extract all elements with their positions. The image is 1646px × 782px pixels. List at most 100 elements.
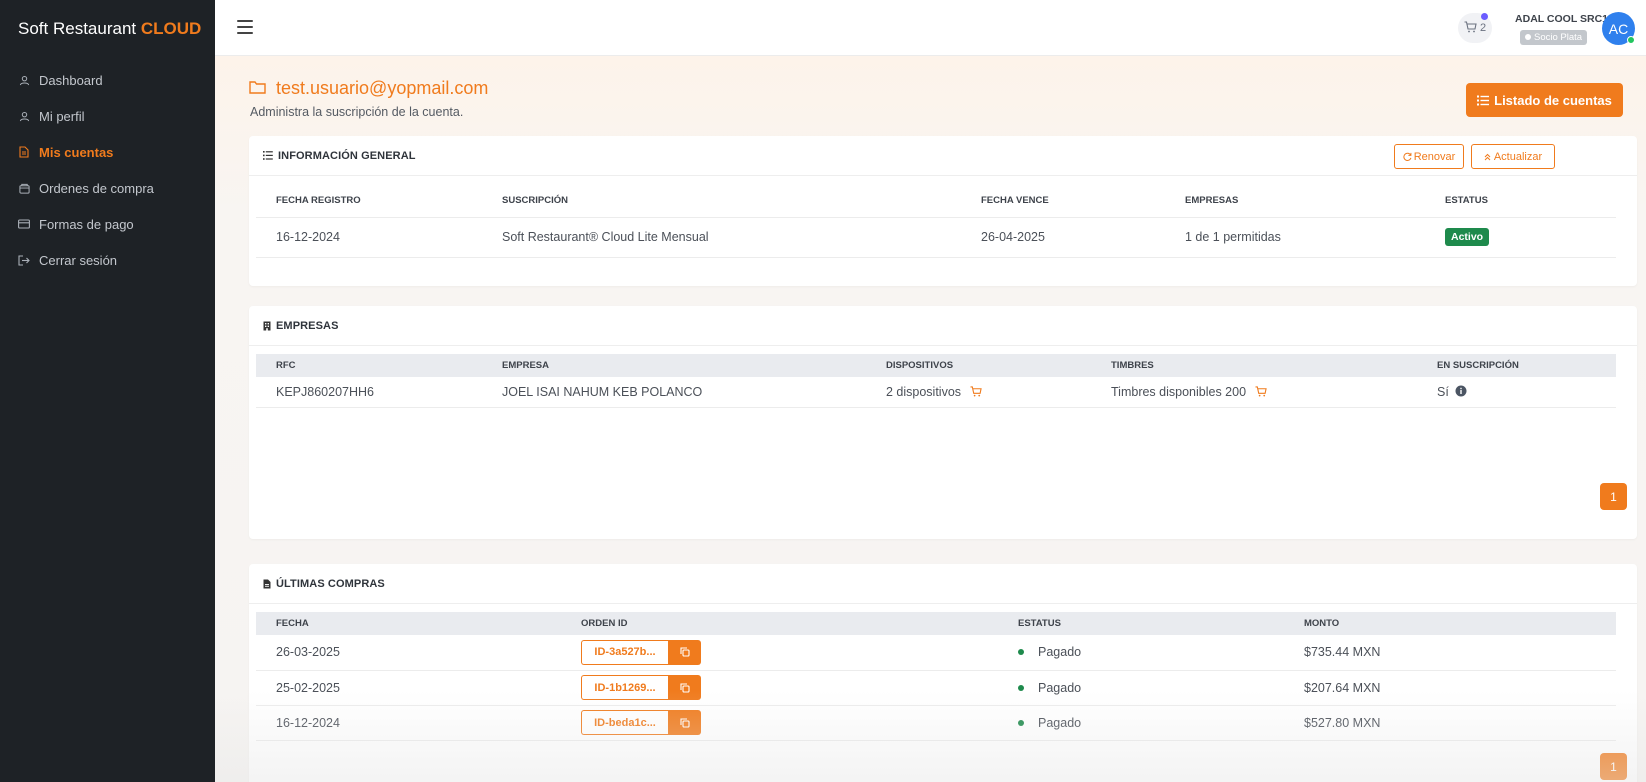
document-icon bbox=[18, 146, 30, 158]
page-subtitle: Administra la suscripción de la cuenta. bbox=[250, 105, 464, 119]
info-icon[interactable] bbox=[1455, 385, 1467, 397]
cell-timbres: Timbres disponibles 200 bbox=[1091, 377, 1417, 408]
col-en-suscripcion: EN SUSCRIPCIÓN bbox=[1417, 354, 1616, 377]
actualizar-button[interactable]: Actualizar bbox=[1471, 144, 1555, 169]
copy-icon bbox=[679, 647, 690, 657]
col-fecha-vence: FECHA VENCE bbox=[981, 194, 1049, 206]
copy-button[interactable] bbox=[668, 675, 701, 700]
sidebar-nav: Dashboard Mi perfil Mis cuentas Ordenes … bbox=[0, 62, 215, 278]
col-timbres: TIMBRES bbox=[1091, 354, 1417, 377]
sidebar-item-formas-pago[interactable]: Formas de pago bbox=[0, 206, 215, 242]
cell-estatus: Pagado bbox=[998, 670, 1284, 706]
file-icon bbox=[263, 579, 271, 589]
sidebar-item-mis-cuentas[interactable]: Mis cuentas bbox=[0, 134, 215, 170]
cell-rfc: KEPJ860207HH6 bbox=[256, 377, 482, 408]
cell-estatus: Pagado bbox=[998, 705, 1284, 741]
sidebar-item-label: Mis cuentas bbox=[39, 144, 114, 160]
card-header: ÚLTIMAS COMPRAS bbox=[249, 564, 1637, 604]
cell-empresas: 1 de 1 permitidas bbox=[1165, 217, 1425, 258]
copy-button[interactable] bbox=[668, 710, 701, 735]
sidebar: Soft Restaurant CLOUD Dashboard Mi perfi… bbox=[0, 0, 215, 782]
sidebar-item-mi-perfil[interactable]: Mi perfil bbox=[0, 98, 215, 134]
cell-empresa: JOEL ISAI NAHUM KEB POLANCO bbox=[482, 377, 866, 408]
brand-accent: CLOUD bbox=[140, 19, 202, 38]
brand-logo[interactable]: Soft Restaurant CLOUD bbox=[18, 19, 201, 39]
copy-icon bbox=[679, 717, 690, 728]
cell-fecha-vence: 26-04-2025 bbox=[961, 217, 1165, 258]
topbar: 2 ADAL COOL SRC1 Socio Plata AC bbox=[215, 0, 1646, 56]
col-estatus: ESTATUS bbox=[998, 612, 1284, 635]
page-title: test.usuario@yopmail.com bbox=[249, 78, 488, 99]
cell-fecha: 25-02-2025 bbox=[256, 670, 561, 706]
list-icon bbox=[263, 151, 273, 160]
card-icon bbox=[18, 218, 30, 230]
col-fecha-registro: FECHA REGISTRO bbox=[276, 194, 361, 206]
building-icon bbox=[263, 321, 271, 331]
logout-icon bbox=[18, 254, 30, 266]
user-icon bbox=[18, 74, 30, 86]
cell-dispositivos: 2 dispositivos bbox=[866, 377, 1091, 408]
renovar-button[interactable]: Renovar bbox=[1394, 144, 1464, 169]
listado-cuentas-button[interactable]: Listado de cuentas bbox=[1466, 83, 1623, 117]
cell-fecha-registro: 16-12-2024 bbox=[256, 217, 482, 258]
pagination-page-1[interactable]: 1 bbox=[1600, 483, 1627, 510]
general-info-card: INFORMACIÓN GENERAL Renovar Actualizar F… bbox=[249, 136, 1637, 286]
order-id-badge[interactable]: ID-beda1c... bbox=[581, 710, 668, 735]
sidebar-item-label: Formas de pago bbox=[39, 216, 134, 232]
card-header: EMPRESAS bbox=[249, 306, 1637, 346]
cell-monto: $527.80 MXN bbox=[1284, 705, 1616, 741]
table-row: 16-12-2024 Soft Restaurant® Cloud Lite M… bbox=[256, 217, 1616, 258]
menu-toggle-icon[interactable] bbox=[237, 20, 253, 34]
cell-orden-id: ID-beda1c... bbox=[561, 705, 998, 741]
sidebar-item-label: Ordenes de compra bbox=[39, 180, 154, 196]
brand-main: Soft Restaurant bbox=[18, 19, 137, 38]
cell-orden-id: ID-3a527b... bbox=[561, 635, 998, 671]
cell-estatus: Pagado bbox=[998, 635, 1284, 671]
status-badge: Activo bbox=[1445, 228, 1490, 246]
cell-fecha: 16-12-2024 bbox=[256, 705, 561, 741]
list-icon bbox=[1477, 95, 1490, 106]
pagination-page-1[interactable]: 1 bbox=[1600, 753, 1627, 780]
compras-table: FECHA ORDEN ID ESTATUS MONTO 26-03-2025 … bbox=[256, 612, 1616, 741]
cell-suscripcion: Soft Restaurant® Cloud Lite Mensual bbox=[482, 217, 961, 258]
sidebar-item-dashboard[interactable]: Dashboard bbox=[0, 62, 215, 98]
table-row: KEPJ860207HH6 JOEL ISAI NAHUM KEB POLANC… bbox=[256, 377, 1616, 408]
order-id-badge[interactable]: ID-3a527b... bbox=[581, 639, 668, 665]
order-id-badge[interactable]: ID-1b1269... bbox=[581, 675, 668, 700]
col-fecha: FECHA bbox=[256, 612, 561, 635]
copy-button[interactable] bbox=[668, 639, 701, 665]
col-suscripcion: SUSCRIPCIÓN bbox=[502, 194, 568, 206]
cart-icon[interactable] bbox=[970, 386, 982, 397]
table-row: 25-02-2025 ID-1b1269... Pagado $207.64 M… bbox=[256, 670, 1616, 706]
col-monto: MONTO bbox=[1284, 612, 1616, 635]
sidebar-item-label: Dashboard bbox=[39, 72, 103, 88]
table-row: 16-12-2024 ID-beda1c... Pagado $527.80 M… bbox=[256, 705, 1616, 741]
col-dispositivos: DISPOSITIVOS bbox=[866, 354, 1091, 377]
empresas-card: EMPRESAS RFC EMPRESA DISPOSITIVOS TIMBRE… bbox=[249, 306, 1637, 539]
avatar[interactable]: AC bbox=[1602, 12, 1635, 45]
col-empresa: EMPRESA bbox=[482, 354, 866, 377]
box-icon bbox=[18, 182, 30, 194]
sidebar-item-ordenes[interactable]: Ordenes de compra bbox=[0, 170, 215, 206]
col-orden-id: ORDEN ID bbox=[561, 612, 998, 635]
cell-fecha: 26-03-2025 bbox=[256, 635, 561, 671]
cart-icon[interactable] bbox=[1255, 386, 1267, 397]
col-rfc: RFC bbox=[256, 354, 482, 377]
col-empresas: EMPRESAS bbox=[1185, 194, 1239, 206]
cart-count: 2 bbox=[1479, 22, 1487, 34]
cart-button[interactable]: 2 bbox=[1458, 13, 1492, 43]
folder-icon bbox=[249, 78, 266, 99]
compras-card: ÚLTIMAS COMPRAS FECHA ORDEN ID ESTATUS M… bbox=[249, 564, 1637, 782]
general-info-table: FECHA REGISTRO SUSCRIPCIÓN FECHA VENCE E… bbox=[256, 184, 1616, 258]
refresh-icon bbox=[1403, 152, 1412, 161]
sidebar-item-label: Cerrar sesión bbox=[39, 252, 118, 268]
user-level-badge: Socio Plata bbox=[1520, 30, 1588, 45]
notification-dot bbox=[1481, 13, 1488, 20]
cell-monto: $735.44 MXN bbox=[1284, 635, 1616, 671]
user-name: ADAL COOL SRC1 bbox=[1515, 13, 1608, 25]
online-status-dot bbox=[1627, 36, 1635, 44]
cell-en-suscripcion: Sí bbox=[1417, 377, 1616, 408]
sidebar-item-cerrar-sesion[interactable]: Cerrar sesión bbox=[0, 242, 215, 278]
col-estatus: ESTATUS bbox=[1445, 194, 1488, 206]
cell-orden-id: ID-1b1269... bbox=[561, 670, 998, 706]
